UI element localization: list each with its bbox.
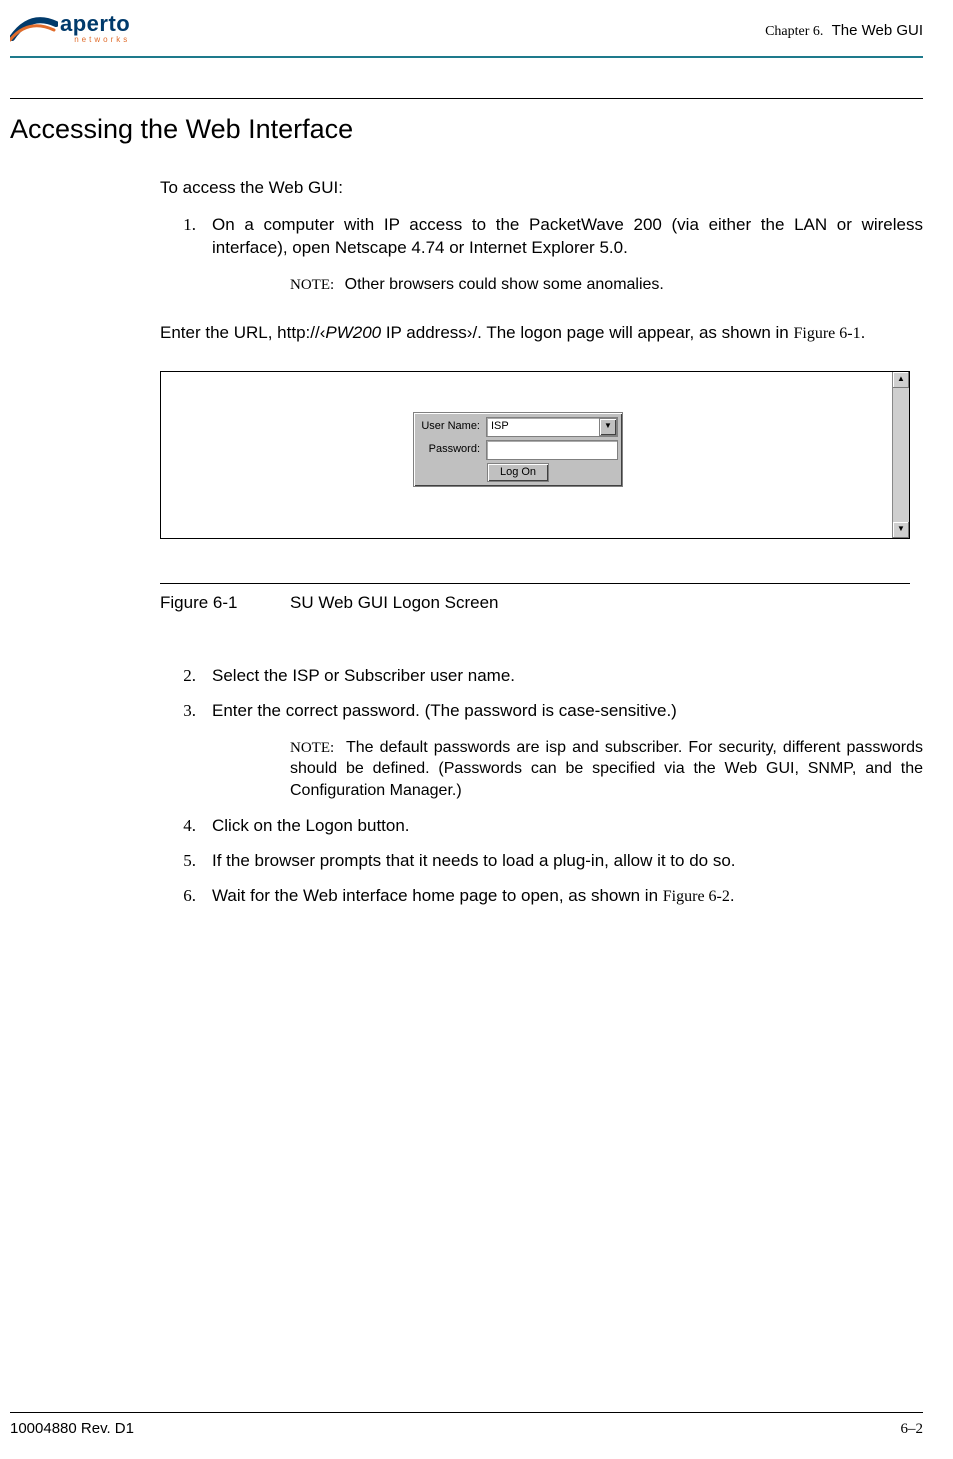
login-row-pass: Password: bbox=[418, 440, 618, 460]
steps-list-b: 2. Select the ISP or Subscriber user nam… bbox=[160, 665, 923, 723]
logo-main-text: aperto bbox=[60, 13, 130, 35]
footer-divider bbox=[10, 1412, 923, 1413]
step-number: 1. bbox=[160, 214, 212, 260]
page-footer: 10004880 Rev. D1 6–2 bbox=[10, 1403, 923, 1439]
note-2: NOTE: The default passwords are isp and … bbox=[290, 737, 923, 802]
list-item: 3. Enter the correct password. (The pass… bbox=[160, 700, 923, 723]
scrollbar[interactable]: ▲ ▼ bbox=[892, 372, 909, 538]
page: aperto networks Chapter 6. The Web GUI A… bbox=[0, 0, 953, 1459]
list-item: 4. Click on the Logon button. bbox=[160, 815, 923, 838]
step-number: 4. bbox=[160, 815, 212, 838]
doc-id: 10004880 Rev. D1 bbox=[10, 1419, 134, 1439]
password-input[interactable] bbox=[486, 440, 618, 460]
note-text: The default passwords are isp and subscr… bbox=[290, 739, 923, 799]
figure-ref-6-1: Figure 6-1 bbox=[793, 325, 860, 342]
step-number: 2. bbox=[160, 665, 212, 688]
list-item: 2. Select the ISP or Subscriber user nam… bbox=[160, 665, 923, 688]
list-item: 5. If the browser prompts that it needs … bbox=[160, 850, 923, 873]
logo: aperto networks bbox=[10, 10, 130, 46]
intro-text: To access the Web GUI: bbox=[160, 177, 923, 200]
login-panel: User Name: ISP ▼ Password: Log On bbox=[413, 412, 623, 487]
logon-button[interactable]: Log On bbox=[487, 463, 549, 482]
figure-frame: ▲ ▼ User Name: ISP ▼ Password: Log On bbox=[160, 371, 910, 539]
chapter-number: Chapter 6. bbox=[765, 24, 823, 39]
steps-list-a: 1. On a computer with IP access to the P… bbox=[160, 214, 923, 260]
logo-sub-text: networks bbox=[60, 36, 130, 44]
list-item: 6. Wait for the Web interface home page … bbox=[160, 885, 923, 908]
scroll-down-icon[interactable]: ▼ bbox=[893, 522, 909, 538]
step-text: Wait for the Web interface home page to … bbox=[212, 885, 923, 908]
step-number: 6. bbox=[160, 885, 212, 908]
scroll-up-icon[interactable]: ▲ bbox=[893, 372, 909, 388]
chevron-down-icon[interactable]: ▼ bbox=[599, 418, 617, 436]
chapter-info: Chapter 6. The Web GUI bbox=[765, 21, 923, 46]
page-number: 6–2 bbox=[901, 1419, 924, 1439]
page-header: aperto networks Chapter 6. The Web GUI bbox=[10, 10, 923, 52]
step-text: Select the ISP or Subscriber user name. bbox=[212, 665, 923, 688]
step-number: 5. bbox=[160, 850, 212, 873]
enter-url-paragraph: Enter the URL, http://‹PW200 IP address›… bbox=[160, 322, 923, 345]
step-text: If the browser prompts that it needs to … bbox=[212, 850, 923, 873]
figure-ref-6-2: Figure 6-2 bbox=[663, 888, 730, 905]
step-text: Enter the correct password. (The passwor… bbox=[212, 700, 923, 723]
step-text: On a computer with IP access to the Pack… bbox=[212, 214, 923, 260]
list-item: 1. On a computer with IP access to the P… bbox=[160, 214, 923, 260]
user-name-label: User Name: bbox=[418, 419, 486, 434]
note-text: Other browsers could show some anomalies… bbox=[345, 276, 664, 293]
step-number: 3. bbox=[160, 700, 212, 723]
figure-caption-text: SU Web GUI Logon Screen bbox=[290, 592, 499, 615]
note-label: NOTE: bbox=[290, 740, 334, 756]
figure-6-1: ▲ ▼ User Name: ISP ▼ Password: Log On bbox=[160, 371, 923, 615]
step-text: Click on the Logon button. bbox=[212, 815, 923, 838]
chapter-title: The Web GUI bbox=[832, 22, 923, 39]
note-label: NOTE: bbox=[290, 277, 334, 293]
content-block-2: 2. Select the ISP or Subscriber user nam… bbox=[160, 665, 923, 908]
login-row-user: User Name: ISP ▼ bbox=[418, 417, 618, 437]
steps-list-c: 4. Click on the Logon button. 5. If the … bbox=[160, 815, 923, 908]
password-label: Password: bbox=[418, 442, 486, 457]
logo-icon bbox=[10, 10, 58, 46]
note-1: NOTE: Other browsers could show some ano… bbox=[290, 274, 923, 296]
user-name-value: ISP bbox=[491, 419, 509, 434]
figure-caption: Figure 6-1 SU Web GUI Logon Screen bbox=[160, 592, 923, 615]
header-divider bbox=[10, 56, 923, 58]
section-title: Accessing the Web Interface bbox=[10, 111, 923, 147]
user-name-select[interactable]: ISP ▼ bbox=[486, 417, 618, 437]
figure-divider bbox=[160, 583, 910, 584]
content-block: To access the Web GUI: 1. On a computer … bbox=[160, 177, 923, 344]
section-divider-top bbox=[10, 98, 923, 99]
figure-number: Figure 6-1 bbox=[160, 592, 290, 615]
